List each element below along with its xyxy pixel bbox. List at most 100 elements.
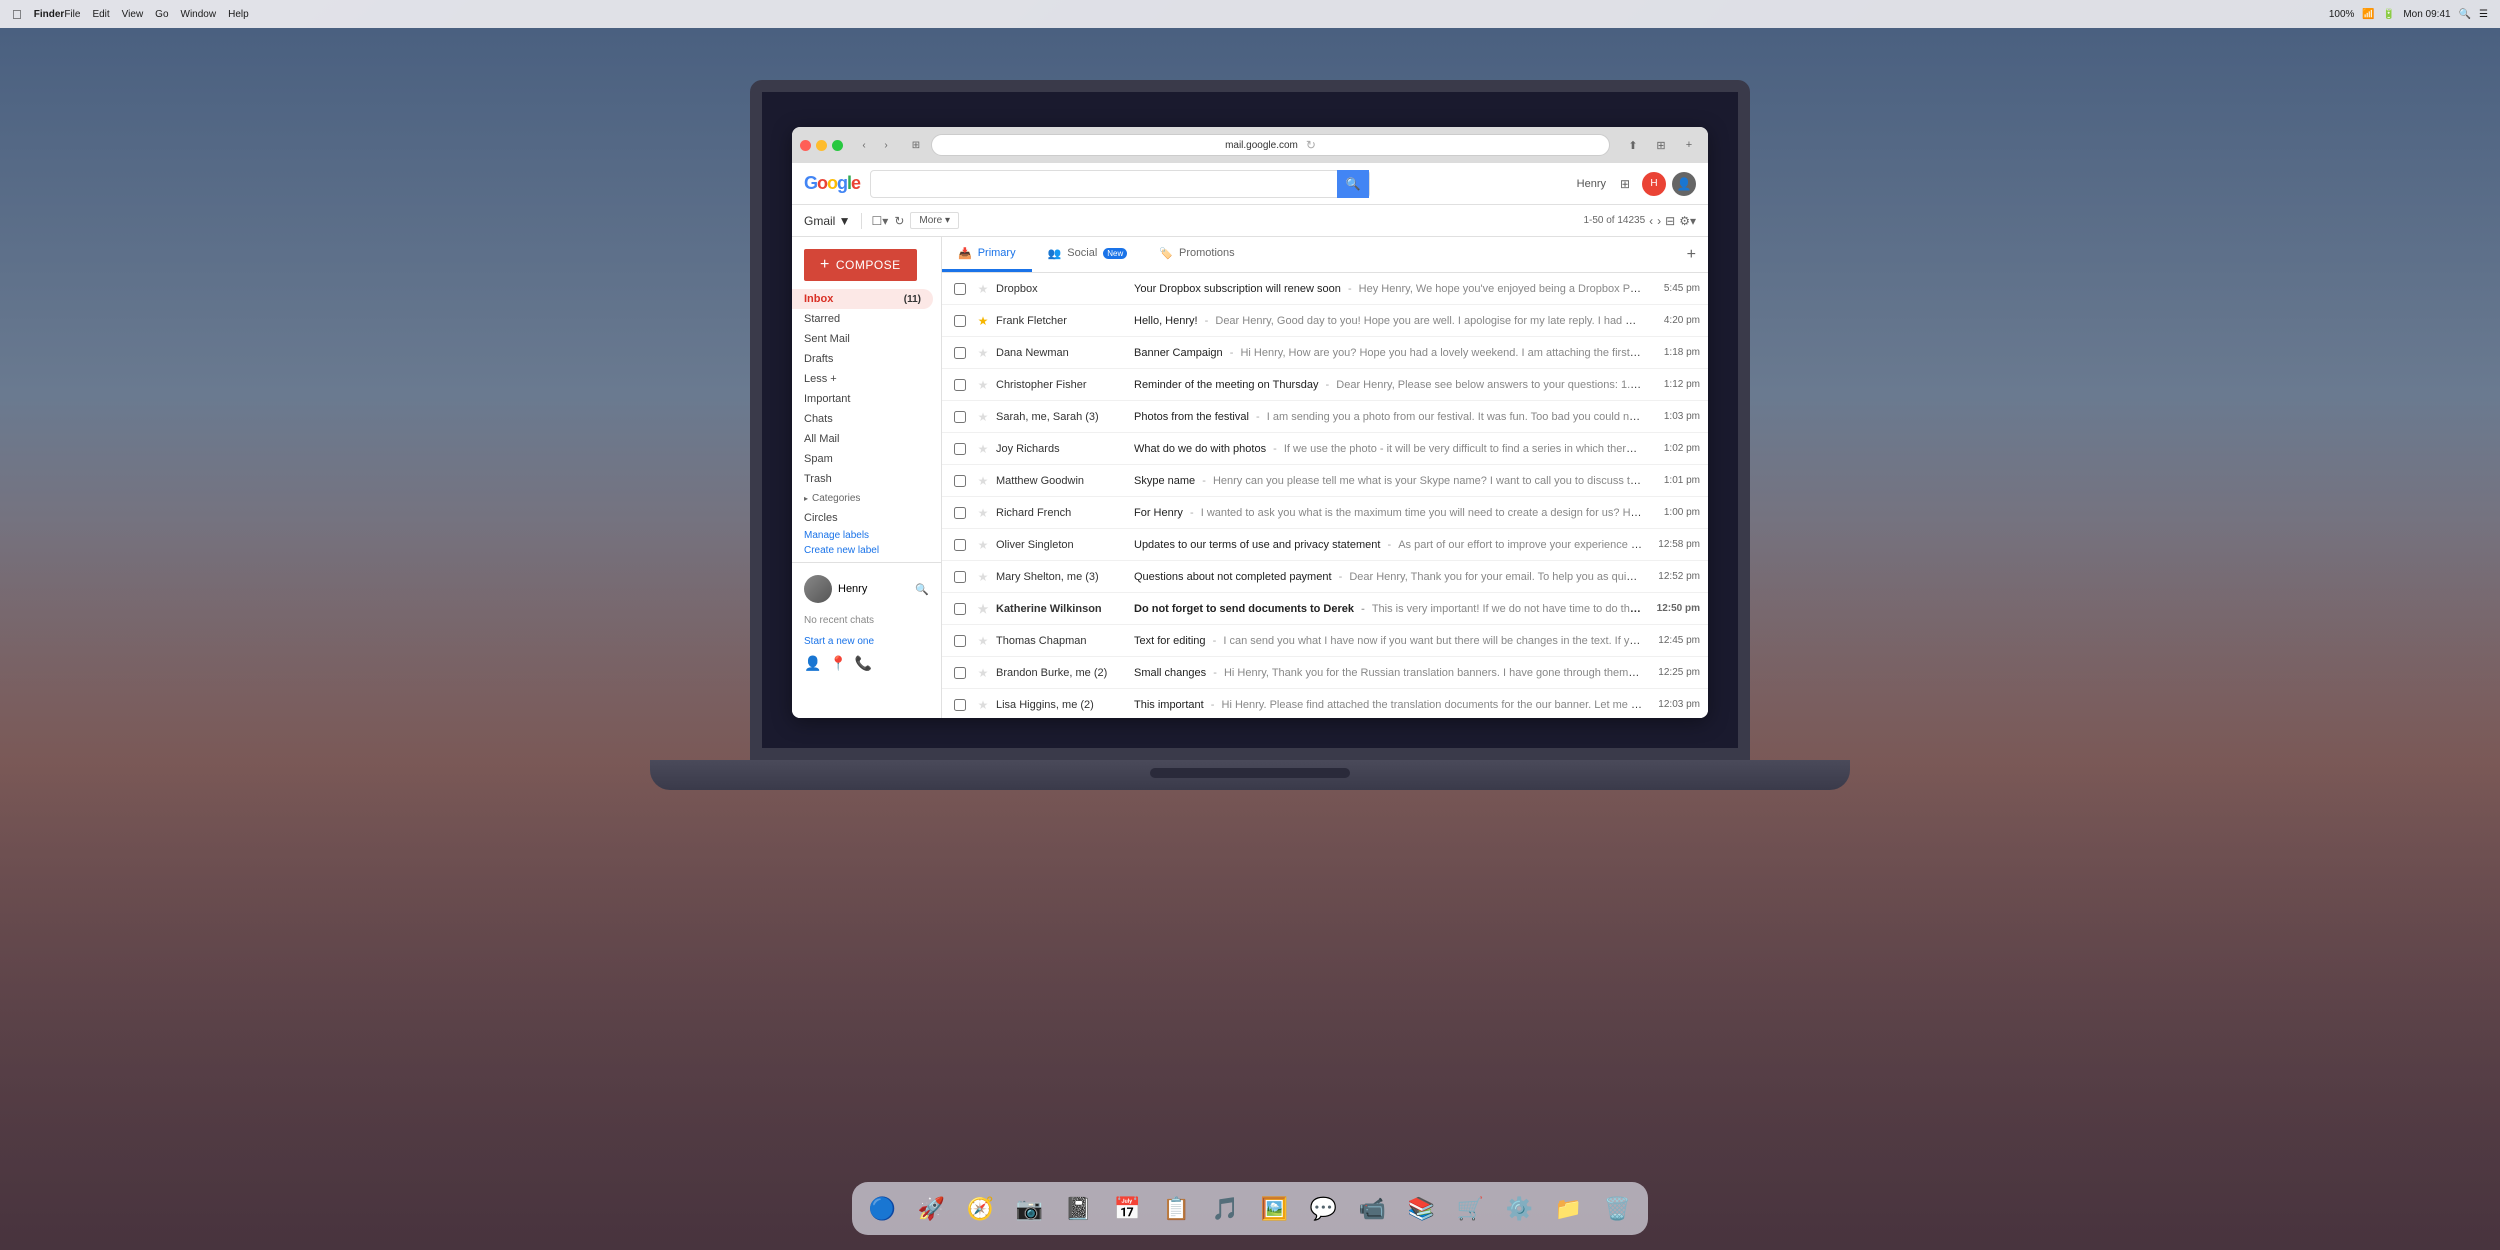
email-star-7[interactable]: ★ xyxy=(974,504,992,522)
dock-photos-app[interactable]: 📷 xyxy=(1007,1186,1052,1231)
email-checkbox[interactable] xyxy=(950,279,970,299)
email-row[interactable]: ★ Sarah, me, Sarah (3) Photos from the f… xyxy=(942,401,1708,433)
row-checkbox-6[interactable] xyxy=(954,475,966,487)
dock-contacts[interactable]: 📓 xyxy=(1056,1186,1101,1231)
search-bar[interactable]: 🔍 xyxy=(870,170,1370,198)
email-star-2[interactable]: ★ xyxy=(974,344,992,362)
email-checkbox[interactable] xyxy=(950,599,970,619)
sidebar-item-chats[interactable]: Chats xyxy=(792,409,933,429)
email-star-9[interactable]: ★ xyxy=(974,568,992,586)
email-checkbox[interactable] xyxy=(950,567,970,587)
close-button[interactable] xyxy=(800,140,811,151)
email-checkbox[interactable] xyxy=(950,535,970,555)
row-checkbox-5[interactable] xyxy=(954,443,966,455)
email-row[interactable]: ★ Christopher Fisher Reminder of the mee… xyxy=(942,369,1708,401)
email-star-6[interactable]: ★ xyxy=(974,472,992,490)
email-star-0[interactable]: ★ xyxy=(974,280,992,298)
dock-documents[interactable]: 📁 xyxy=(1546,1186,1591,1231)
menu-file[interactable]: File xyxy=(64,9,80,20)
start-new-chat-link[interactable]: Start a new one xyxy=(792,634,941,649)
row-checkbox-8[interactable] xyxy=(954,539,966,551)
sidebar-toggle[interactable]: ⊞ xyxy=(907,136,925,154)
email-row[interactable]: ★ Joy Richards What do we do with photos… xyxy=(942,433,1708,465)
sidebar-item-starred[interactable]: Starred xyxy=(792,309,933,329)
email-star-8[interactable]: ★ xyxy=(974,536,992,554)
dock-messages[interactable]: 💬 xyxy=(1301,1186,1346,1231)
dock-appstore[interactable]: 🛒 xyxy=(1448,1186,1493,1231)
apps-icon[interactable]: ⊞ xyxy=(1614,173,1636,195)
sidebar-item-less[interactable]: Less + xyxy=(792,369,933,389)
prev-page-icon[interactable]: ‹ xyxy=(1649,214,1653,228)
row-checkbox-3[interactable] xyxy=(954,379,966,391)
menu-help[interactable]: Help xyxy=(228,9,249,20)
person-icon[interactable]: 👤 xyxy=(804,655,821,672)
row-checkbox-1[interactable] xyxy=(954,315,966,327)
minimize-button[interactable] xyxy=(816,140,827,151)
dock-ibooks[interactable]: 📚 xyxy=(1399,1186,1444,1231)
email-checkbox[interactable] xyxy=(950,407,970,427)
search-input[interactable] xyxy=(871,178,1337,190)
sidebar-icon[interactable]: + xyxy=(1678,134,1700,156)
sidebar-item-drafts[interactable]: Drafts xyxy=(792,349,933,369)
sidebar-item-circles[interactable]: Circles xyxy=(792,508,933,528)
menu-extras[interactable]: ☰ xyxy=(2479,9,2488,20)
menu-go[interactable]: Go xyxy=(155,9,168,20)
create-label-link[interactable]: Create new label xyxy=(792,543,941,558)
email-checkbox[interactable] xyxy=(950,503,970,523)
row-checkbox-0[interactable] xyxy=(954,283,966,295)
forward-button[interactable]: › xyxy=(877,136,895,154)
add-tab-button[interactable]: + xyxy=(1675,237,1708,272)
row-checkbox-10[interactable] xyxy=(954,603,966,615)
row-checkbox-7[interactable] xyxy=(954,507,966,519)
dock-sysprefs[interactable]: ⚙️ xyxy=(1497,1186,1542,1231)
dock-photos2[interactable]: 🖼️ xyxy=(1252,1186,1297,1231)
spotlight-icon[interactable]: 🔍 xyxy=(2459,9,2471,20)
email-row[interactable]: ★ Richard French For Henry - I wanted to… xyxy=(942,497,1708,529)
chat-search-icon[interactable]: 🔍 xyxy=(915,583,929,596)
email-row[interactable]: ★ Mary Shelton, me (3) Questions about n… xyxy=(942,561,1708,593)
refresh-button[interactable]: ↻ xyxy=(894,214,904,228)
email-row[interactable]: ★ Lisa Higgins, me (2) This important - … xyxy=(942,689,1708,718)
back-button[interactable]: ‹ xyxy=(855,136,873,154)
row-checkbox-4[interactable] xyxy=(954,411,966,423)
sidebar-item-inbox[interactable]: Inbox (11) xyxy=(792,289,933,309)
next-page-icon[interactable]: › xyxy=(1657,214,1661,228)
tab-social[interactable]: 👥 Social New xyxy=(1032,237,1144,272)
email-row[interactable]: ★ Matthew Goodwin Skype name - Henry can… xyxy=(942,465,1708,497)
settings-button[interactable]: ⚙▾ xyxy=(1679,214,1696,228)
email-star-5[interactable]: ★ xyxy=(974,440,992,458)
dock-facetime[interactable]: 📹 xyxy=(1350,1186,1395,1231)
email-star-13[interactable]: ★ xyxy=(974,696,992,714)
email-checkbox[interactable] xyxy=(950,311,970,331)
sidebar-item-spam[interactable]: Spam xyxy=(792,449,933,469)
email-star-3[interactable]: ★ xyxy=(974,376,992,394)
email-row[interactable]: ★ Dana Newman Banner Campaign - Hi Henry… xyxy=(942,337,1708,369)
compose-button[interactable]: + COMPOSE xyxy=(804,249,917,281)
row-checkbox-12[interactable] xyxy=(954,667,966,679)
row-checkbox-11[interactable] xyxy=(954,635,966,647)
email-row[interactable]: ★ Oliver Singleton Updates to our terms … xyxy=(942,529,1708,561)
email-row[interactable]: ★ Brandon Burke, me (2) Small changes - … xyxy=(942,657,1708,689)
dock-notes[interactable]: 📋 xyxy=(1154,1186,1199,1231)
sidebar-item-sent[interactable]: Sent Mail xyxy=(792,329,933,349)
dock-launchpad[interactable]: 🚀 xyxy=(909,1186,954,1231)
row-checkbox-2[interactable] xyxy=(954,347,966,359)
email-checkbox[interactable] xyxy=(950,695,970,715)
checkbox-all[interactable]: ☐▾ xyxy=(872,214,889,228)
menu-edit[interactable]: Edit xyxy=(92,9,109,20)
gmail-label[interactable]: Gmail ▼ xyxy=(804,214,851,228)
reload-icon[interactable]: ↻ xyxy=(1306,138,1316,152)
sidebar-item-all-mail[interactable]: All Mail xyxy=(792,429,933,449)
email-checkbox[interactable] xyxy=(950,439,970,459)
menu-window[interactable]: Window xyxy=(181,9,217,20)
email-row[interactable]: ★ Frank Fletcher Hello, Henry! - Dear He… xyxy=(942,305,1708,337)
email-checkbox[interactable] xyxy=(950,343,970,363)
menu-view[interactable]: View xyxy=(122,9,144,20)
sidebar-item-important[interactable]: Important xyxy=(792,389,933,409)
email-star-12[interactable]: ★ xyxy=(974,664,992,682)
dock-trash[interactable]: 🗑️ xyxy=(1595,1186,1640,1231)
row-checkbox-9[interactable] xyxy=(954,571,966,583)
maximize-button[interactable] xyxy=(832,140,843,151)
location-icon[interactable]: 📍 xyxy=(829,655,846,672)
manage-labels-link[interactable]: Manage labels xyxy=(792,528,941,543)
